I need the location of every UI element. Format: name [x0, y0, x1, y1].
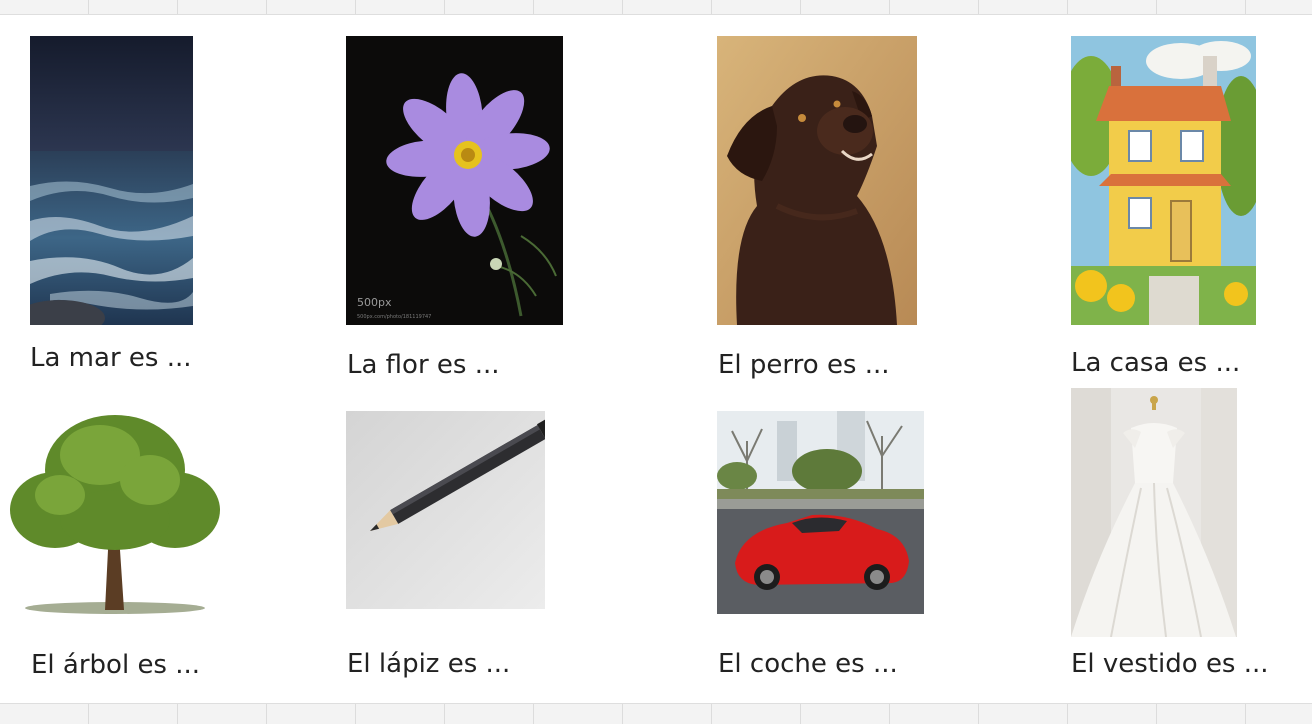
spreadsheet-grid-bottom — [0, 703, 1312, 724]
purple-flower-photo[interactable]: 500px 500px.com/photo/181119747 — [346, 36, 563, 325]
card-caption: La mar es ... — [30, 343, 192, 373]
watermark-url: 500px.com/photo/181119747 — [357, 314, 431, 320]
card-caption: La casa es ... — [1071, 348, 1241, 378]
card-caption: El coche es ... — [718, 649, 898, 679]
card-caption: La flor es ... — [347, 350, 500, 380]
yellow-house-illustration[interactable] — [1071, 36, 1256, 325]
red-sports-car-photo[interactable] — [717, 411, 924, 614]
oak-tree-photo[interactable] — [0, 400, 232, 624]
brown-dog-photo[interactable] — [717, 36, 917, 325]
spreadsheet-grid-top — [0, 0, 1312, 15]
slide-canvas: La mar es ... 500px 500px.com/photo/1811… — [0, 15, 1312, 703]
card-caption: El árbol es ... — [31, 650, 201, 680]
watermark-brand: 500px — [357, 296, 392, 309]
sea-waves-photo[interactable] — [30, 36, 193, 325]
card-caption: El vestido es ... — [1071, 649, 1269, 679]
card-caption: El lápiz es ... — [347, 649, 511, 679]
card-caption: El perro es ... — [718, 350, 890, 380]
pencil-photo[interactable] — [346, 411, 545, 609]
wedding-dress-photo[interactable] — [1071, 388, 1237, 637]
